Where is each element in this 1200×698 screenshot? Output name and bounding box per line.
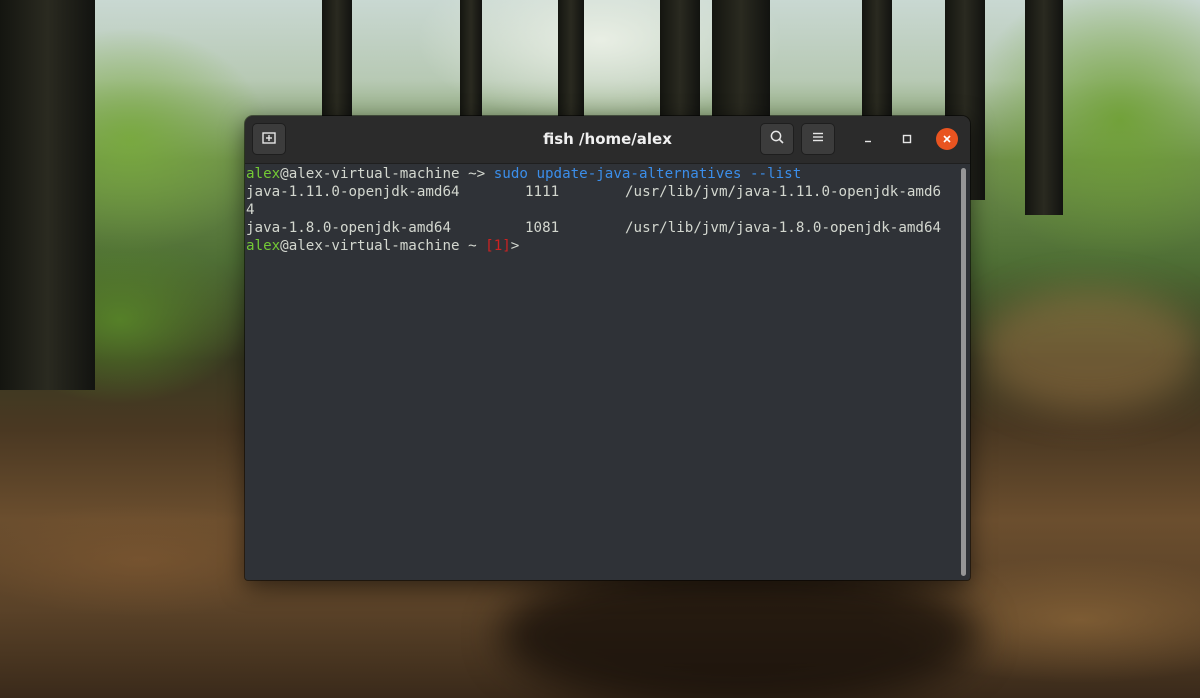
maximize-icon <box>901 130 913 149</box>
jdk-priority: 1081 <box>525 220 560 236</box>
terminal-output[interactable]: alex@alex-virtual-machine ~> sudo update… <box>245 164 970 580</box>
minimize-button[interactable] <box>857 128 879 150</box>
command-name: sudo <box>493 166 528 182</box>
close-icon <box>941 130 953 149</box>
tree-trunk <box>712 0 770 120</box>
prompt-user: alex <box>246 238 281 254</box>
title-bar[interactable]: fish /home/alex <box>245 116 970 164</box>
search-icon <box>769 129 785 149</box>
prompt-path: ~ <box>459 166 477 182</box>
prompt-host: @alex-virtual-machine <box>280 166 460 182</box>
maximize-button[interactable] <box>896 128 918 150</box>
sunlit-ground <box>980 290 1200 410</box>
hamburger-menu-icon <box>810 129 826 149</box>
close-button[interactable] <box>936 128 958 150</box>
prompt-arrow: > <box>510 238 520 254</box>
prompt-line: alex@alex-virtual-machine ~ [1]> <box>246 237 519 255</box>
ground-shadow <box>500 560 980 698</box>
jdk-priority: 1111 <box>525 184 560 200</box>
jdk-path: /usr/lib/jvm/java-1.8.0-openjdk-amd64 <box>625 220 942 236</box>
exit-status: [1] <box>485 238 511 254</box>
minimize-icon <box>862 130 874 149</box>
prompt-host: @alex-virtual-machine <box>280 238 460 254</box>
prompt-path: ~ <box>459 238 486 254</box>
new-tab-icon <box>261 129 277 149</box>
tree-trunk <box>0 0 95 390</box>
menu-button[interactable] <box>801 123 835 155</box>
prompt-arrow: > <box>476 166 494 182</box>
tree-trunk <box>862 0 892 120</box>
tree-trunk <box>460 0 482 120</box>
jdk-path: /usr/lib/jvm/java-1.11.0-openjdk-amd6 <box>625 184 942 200</box>
prompt-line: alex@alex-virtual-machine ~> sudo update… <box>246 165 801 183</box>
terminal-window[interactable]: fish /home/alex alex@alex-virtual-machin… <box>245 116 970 580</box>
tree-trunk <box>558 0 584 120</box>
scrollbar[interactable] <box>961 168 966 576</box>
jdk-name: java-1.8.0-openjdk-amd64 <box>246 220 451 236</box>
tree-trunk <box>322 0 352 130</box>
command-args: update-java-alternatives --list <box>527 166 802 182</box>
new-tab-button[interactable] <box>252 123 286 155</box>
prompt-user: alex <box>246 166 281 182</box>
jdk-name: java-1.11.0-openjdk-amd64 <box>246 184 460 200</box>
search-button[interactable] <box>760 123 794 155</box>
jdk-path-wrap: 4 <box>246 202 255 218</box>
tree-trunk <box>660 0 700 120</box>
tree-trunk <box>1025 0 1063 215</box>
